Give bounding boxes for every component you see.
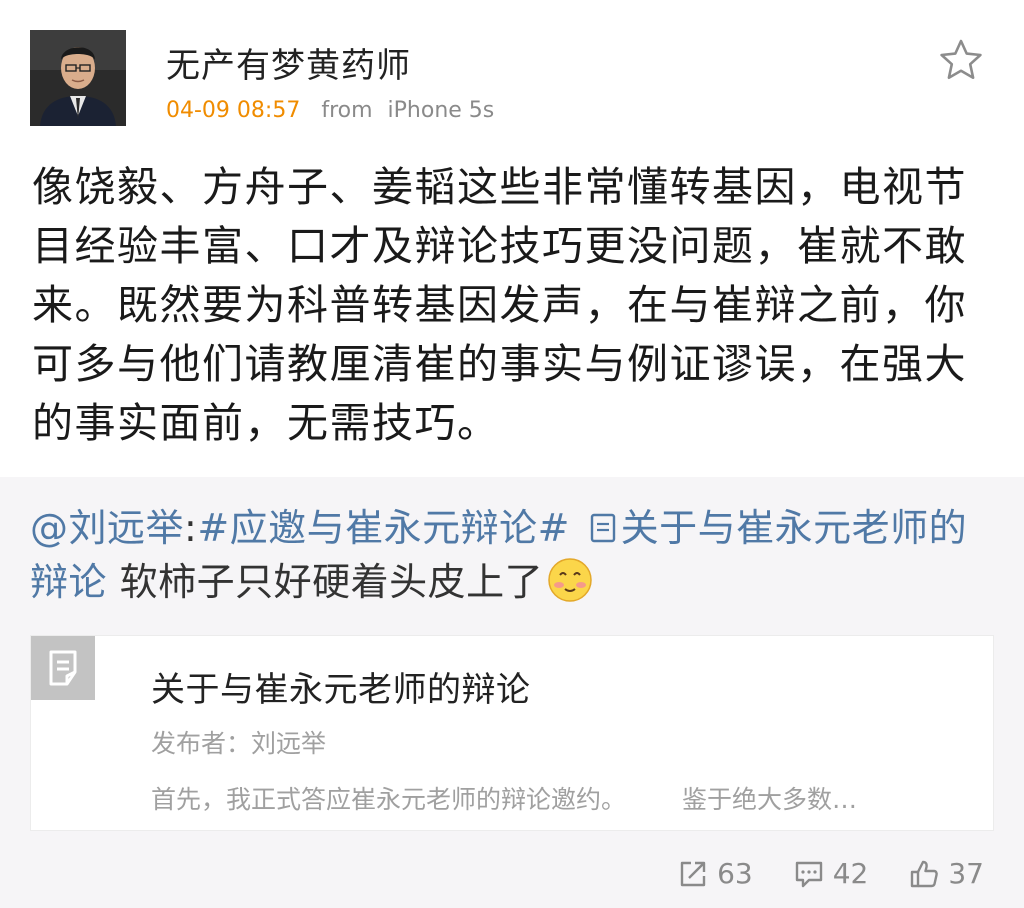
hashtag-link[interactable]: #应邀与崔永元辩论# <box>197 506 570 550</box>
repost-count: 63 <box>717 857 753 890</box>
article-excerpt-first: 首先，我正式答应崔永元老师的辩论邀约。 <box>151 785 627 814</box>
article-link-icon <box>590 513 615 543</box>
shy-smile-emoji-icon <box>548 558 592 602</box>
article-author: 发布者：刘远举 <box>151 729 327 758</box>
comment-count: 42 <box>832 857 869 890</box>
repost-tail: 软柿子只好硬着头皮上了 <box>107 560 544 604</box>
post-time: 04-09 08:57 <box>166 98 301 123</box>
post-text: 像饶毅、方舟子、姜韬这些非常懂转基因，电视节目经验丰富、口才及辩论技巧更没问题，… <box>32 163 967 447</box>
document-icon <box>31 636 95 700</box>
device-label: iPhone 5s <box>387 98 495 123</box>
from-label: from <box>321 98 373 123</box>
author-name[interactable]: 无产有梦黄药师 <box>166 38 411 87</box>
action-bar: 63 42 37 <box>677 857 984 890</box>
article-card[interactable]: 关于与崔永元老师的辩论 发布者：刘远举 首先，我正式答应崔永元老师的辩论邀约。 鉴… <box>30 635 994 831</box>
avatar-image <box>30 30 126 126</box>
repost-icon <box>680 861 706 886</box>
like-icon <box>911 860 939 887</box>
article-excerpt-second: 鉴于绝大多数… <box>682 785 858 814</box>
mention-link[interactable]: @刘远举 <box>30 506 184 550</box>
mention-colon: : <box>184 506 198 550</box>
avatar[interactable] <box>30 30 126 126</box>
comment-button[interactable]: 42 <box>793 857 869 890</box>
post-meta: 04-09 08:57 from iPhone 5s <box>166 96 494 126</box>
like-button[interactable]: 37 <box>908 857 984 890</box>
repost-button[interactable]: 63 <box>677 857 753 890</box>
star-icon <box>940 39 982 79</box>
repost-text: @刘远举:#应邀与崔永元辩论# 关于与崔永元老师的辩论 软柿子只好硬着头皮上了 <box>30 501 990 609</box>
repost-section[interactable]: @刘远举:#应邀与崔永元辩论# 关于与崔永元老师的辩论 软柿子只好硬着头皮上了 <box>0 477 1024 908</box>
like-count: 37 <box>948 857 984 890</box>
comment-icon <box>795 861 822 887</box>
article-excerpt: 首先，我正式答应崔永元老师的辩论邀约。 鉴于绝大多数… <box>151 780 971 816</box>
weibo-post: 无产有梦黄药师 04-09 08:57 from iPhone 5s 像饶毅、方… <box>0 0 1024 908</box>
favorite-button[interactable] <box>938 38 984 82</box>
article-title: 关于与崔永元老师的辩论 <box>151 670 531 710</box>
